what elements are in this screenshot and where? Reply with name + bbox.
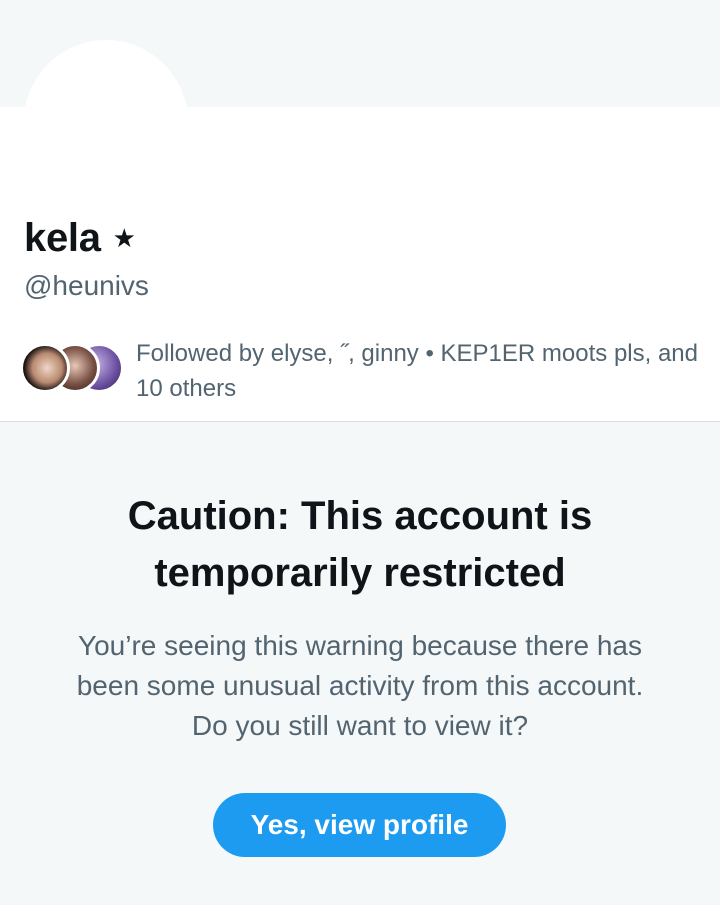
star-icon: ★	[112, 223, 136, 253]
warning-title: Caution: This account is temporarily res…	[127, 494, 593, 595]
display-name: kela	[24, 215, 101, 260]
profile-handle: @heunivs	[24, 270, 149, 301]
follower-facepile	[20, 336, 128, 393]
warning-message: You’re seeing this warning because there…	[76, 630, 644, 741]
name-row: kela ★	[24, 212, 704, 264]
view-profile-button[interactable]: Yes, view profile	[213, 793, 506, 857]
profile-header: kela ★ @heunivs	[24, 212, 704, 302]
followers-you-know[interactable]: Followed by elyse, ˝, ginny • KEP1ER moo…	[20, 336, 700, 406]
follower-avatar	[20, 343, 70, 393]
followed-by-text[interactable]: Followed by elyse, ˝, ginny • KEP1ER moo…	[136, 336, 700, 406]
profile-avatar[interactable]	[24, 40, 188, 204]
